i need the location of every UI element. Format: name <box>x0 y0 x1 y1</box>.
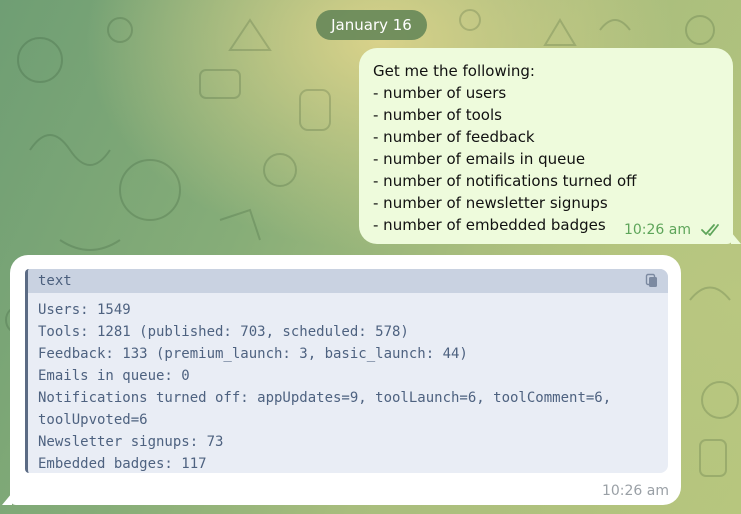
message-line: - number of notifications turned off <box>373 172 637 190</box>
code-line: Notifications turned off: appUpdates=9, … <box>38 390 612 406</box>
outgoing-message-bubble[interactable]: Get me the following: - number of users … <box>359 48 741 244</box>
message-line: - number of emails in queue <box>373 150 586 168</box>
code-line: Users: 1549 <box>38 302 131 318</box>
message-line: - number of newsletter signups <box>373 194 608 212</box>
code-language-label: text <box>38 273 72 289</box>
code-block-header: text <box>28 269 668 293</box>
code-line: toolUpvoted=6 <box>38 412 148 428</box>
message-line: - number of tools <box>373 106 502 124</box>
message-time: 10:26 am <box>623 222 691 238</box>
message-time: 10:26 am <box>601 483 669 499</box>
code-line: Emails in queue: 0 <box>38 368 190 384</box>
code-block[interactable]: text Users: 1549 Tools: 1281 (published:… <box>25 269 668 473</box>
code-content: Users: 1549 Tools: 1281 (published: 703,… <box>28 293 668 473</box>
message-line: - number of users <box>373 84 507 102</box>
code-line: Feedback: 133 (premium_launch: 3, basic_… <box>38 346 468 362</box>
copy-icon[interactable] <box>644 273 660 289</box>
incoming-message-bubble[interactable]: text Users: 1549 Tools: 1281 (published:… <box>2 255 681 505</box>
date-separator: January 16 <box>316 10 427 40</box>
code-line: Newsletter signups: 73 <box>38 434 224 450</box>
message-meta: 10:26 am <box>624 222 723 238</box>
double-check-icon <box>701 224 719 236</box>
code-line: Embedded badges: 117 <box>38 456 207 472</box>
bubble-tail <box>731 232 741 244</box>
code-line: Tools: 1281 (published: 703, scheduled: … <box>38 324 409 340</box>
message-line: Get me the following: <box>373 62 535 80</box>
bubble-tail <box>2 493 12 505</box>
message-line: - number of feedback <box>373 128 535 146</box>
